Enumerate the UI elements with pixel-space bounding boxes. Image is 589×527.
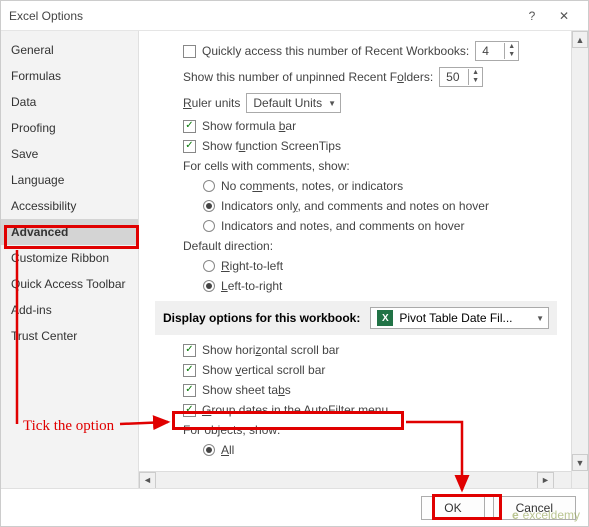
- options-panel: Quickly access this number of Recent Wor…: [139, 31, 571, 488]
- show-formula-bar-checkbox[interactable]: [183, 120, 196, 133]
- unpinned-folders-label: Show this number of unpinned Recent Fold…: [183, 70, 433, 84]
- for-objects-head: For objects, show:: [183, 423, 280, 437]
- direction-ltr-label: Left-to-right: [221, 279, 282, 293]
- direction-ltr-radio[interactable]: [203, 280, 215, 292]
- sidebar-item-formulas[interactable]: Formulas: [1, 63, 138, 89]
- sidebar-item-customize-ribbon[interactable]: Customize Ribbon: [1, 245, 138, 271]
- direction-rtl-radio[interactable]: [203, 260, 215, 272]
- chevron-down-icon: ▼: [328, 99, 336, 108]
- ruler-units-value: Default Units: [253, 96, 322, 110]
- cancel-button[interactable]: Cancel: [493, 496, 576, 520]
- workbook-name: Pivot Table Date Fil...: [399, 311, 512, 325]
- objects-all-label: All: [221, 443, 234, 457]
- direction-rtl-label: Right-to-left: [221, 259, 283, 273]
- comments-head-label: For cells with comments, show:: [183, 159, 350, 173]
- ruler-units-dropdown[interactable]: Default Units ▼: [246, 93, 341, 113]
- unpinned-folders-value: 50: [440, 68, 468, 86]
- comments-indicators-notes-label: Indicators and notes, and comments on ho…: [221, 219, 464, 233]
- sidebar-item-proofing[interactable]: Proofing: [1, 115, 138, 141]
- show-screentips-checkbox[interactable]: [183, 140, 196, 153]
- show-screentips-label: Show function ScreenTips: [202, 139, 341, 153]
- dialog-title: Excel Options: [9, 9, 516, 23]
- help-button[interactable]: ?: [516, 2, 548, 30]
- display-workbook-label: Display options for this workbook:: [163, 311, 360, 325]
- quick-access-recent-label: Quickly access this number of Recent Wor…: [202, 44, 469, 58]
- quick-access-recent-spinbox[interactable]: 4 ▲▼: [475, 41, 519, 61]
- scroll-up-arrow[interactable]: ▲: [572, 31, 588, 48]
- show-sheet-tabs-checkbox[interactable]: [183, 384, 196, 397]
- group-dates-checkbox[interactable]: [183, 404, 196, 417]
- quick-access-recent-value: 4: [476, 42, 504, 60]
- spin-up-icon[interactable]: ▲: [469, 69, 482, 77]
- display-workbook-section: Display options for this workbook: X Piv…: [155, 301, 557, 335]
- show-h-scroll-label: Show horizontal scroll bar: [202, 343, 339, 357]
- chevron-down-icon: ▼: [536, 314, 544, 323]
- default-direction-head: Default direction:: [183, 239, 273, 253]
- spin-up-icon[interactable]: ▲: [505, 43, 518, 51]
- horizontal-scrollbar[interactable]: ◄ ►: [139, 471, 571, 488]
- show-v-scroll-label: Show vertical scroll bar: [202, 363, 325, 377]
- comments-indicators-hover-radio[interactable]: [203, 200, 215, 212]
- workbook-dropdown[interactable]: X Pivot Table Date Fil... ▼: [370, 307, 549, 329]
- scroll-right-arrow[interactable]: ►: [537, 472, 554, 489]
- vertical-scrollbar[interactable]: ▲ ▼: [571, 31, 588, 488]
- close-button[interactable]: ✕: [548, 2, 580, 30]
- sidebar-item-data[interactable]: Data: [1, 89, 138, 115]
- sidebar-item-advanced[interactable]: Advanced: [1, 219, 138, 245]
- sidebar-item-trust-center[interactable]: Trust Center: [1, 323, 138, 349]
- show-v-scroll-checkbox[interactable]: [183, 364, 196, 377]
- comments-indicators-hover-label: Indicators only, and comments and notes …: [221, 199, 489, 213]
- ok-button[interactable]: OK: [421, 496, 484, 520]
- quick-access-recent-checkbox[interactable]: [183, 45, 196, 58]
- comments-none-label: No comments, notes, or indicators: [221, 179, 403, 193]
- sidebar-item-add-ins[interactable]: Add-ins: [1, 297, 138, 323]
- excel-icon: X: [377, 310, 393, 326]
- sidebar: General Formulas Data Proofing Save Lang…: [1, 31, 139, 488]
- scroll-down-arrow[interactable]: ▼: [572, 454, 588, 471]
- comments-none-radio[interactable]: [203, 180, 215, 192]
- show-h-scroll-checkbox[interactable]: [183, 344, 196, 357]
- spin-down-icon[interactable]: ▼: [469, 77, 482, 85]
- sidebar-item-save[interactable]: Save: [1, 141, 138, 167]
- group-dates-label: Group dates in the AutoFilter menu: [202, 403, 388, 417]
- unpinned-folders-spinbox[interactable]: 50 ▲▼: [439, 67, 483, 87]
- scroll-left-arrow[interactable]: ◄: [139, 472, 156, 489]
- show-formula-bar-label: Show formula bar: [202, 119, 296, 133]
- objects-all-radio[interactable]: [203, 444, 215, 456]
- show-sheet-tabs-label: Show sheet tabs: [202, 383, 291, 397]
- sidebar-item-quick-access-toolbar[interactable]: Quick Access Toolbar: [1, 271, 138, 297]
- comments-indicators-notes-radio[interactable]: [203, 220, 215, 232]
- sidebar-item-accessibility[interactable]: Accessibility: [1, 193, 138, 219]
- spin-down-icon[interactable]: ▼: [505, 51, 518, 59]
- sidebar-item-general[interactable]: General: [1, 37, 138, 63]
- sidebar-item-language[interactable]: Language: [1, 167, 138, 193]
- ruler-units-label: Ruler units: [183, 96, 240, 110]
